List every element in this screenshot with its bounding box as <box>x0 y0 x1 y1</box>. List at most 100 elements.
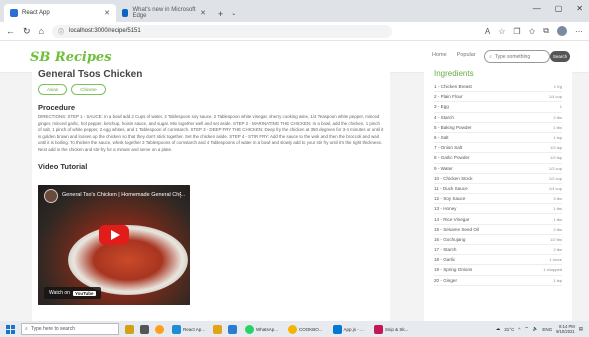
ingredient-row: 4 - Starch 2 tbs <box>434 113 562 123</box>
favorites-icon[interactable]: ✩ <box>529 27 536 36</box>
system-tray: ☁ 31°C ^ ⌔ 🔈 ENG 8:14 PM 9/10/2021 ▤ <box>496 324 583 334</box>
notifications-icon[interactable]: ▤ <box>579 326 583 332</box>
clock[interactable]: 8:14 PM 9/10/2021 <box>556 324 575 334</box>
ingredient-amount: 1 tsp <box>553 277 562 283</box>
ingredient-row: 19 - Spring Onions 1 chopped <box>434 265 562 276</box>
ingredient-amount: 2 tbs <box>553 247 562 253</box>
tray-chevron-icon[interactable]: ^ <box>518 327 520 332</box>
language-icon[interactable]: ENG <box>542 327 552 332</box>
read-aloud-icon[interactable]: A <box>485 27 490 36</box>
tab-react-app[interactable]: React App ✕ <box>4 4 116 22</box>
play-button[interactable] <box>99 225 129 245</box>
tab-list-chevron-icon[interactable]: ⌄ <box>231 10 236 17</box>
more-menu-icon[interactable]: ⋯ <box>575 27 583 36</box>
procedure-heading: Procedure <box>38 103 76 112</box>
watch-on-youtube-button[interactable]: Watch on YouTube <box>44 287 101 299</box>
ingredient-name: 14 - Rice Vinegar <box>434 216 470 222</box>
taskbar: ⌕ Type here to search React Ap... WhatsA… <box>0 321 589 337</box>
taskbar-app-cookbook[interactable]: COOKBO... <box>286 324 325 334</box>
ingredient-row: 16 - Gochujang 1/2 tbs <box>434 235 562 245</box>
new-tab-button[interactable]: + <box>218 9 223 19</box>
ingredient-row: 1 - Chicken Breast 1 Kg <box>434 82 562 93</box>
windows-start-icon[interactable] <box>6 324 15 334</box>
search-button[interactable]: Search <box>550 51 570 62</box>
video-embed[interactable]: General Tso's Chicken | Homemade General… <box>38 185 190 305</box>
taskbar-app-vscode[interactable]: App.js - ... <box>331 324 366 334</box>
ingredient-name: 7 - Onion Salt <box>434 145 463 151</box>
ingredient-row: 18 - Garlic 1 clove <box>434 255 562 266</box>
vscode-icon <box>332 324 342 334</box>
ingredient-amount: 1 chopped <box>543 267 562 273</box>
minimize-button[interactable]: — <box>533 4 541 13</box>
recipe-panel: General Tsos Chicken Asian Chinese Proce… <box>32 69 390 321</box>
ingredient-row: 7 - Onion Salt 1/2 tsp <box>434 143 562 154</box>
react-favicon-icon <box>10 9 18 17</box>
ingredient-row: 6 - Salt 1 tsp <box>434 133 562 144</box>
nav-popular-link[interactable]: Popular <box>457 52 476 58</box>
volume-icon[interactable]: 🔈 <box>533 326 539 332</box>
ingredient-amount: 1/2 cup <box>548 175 562 181</box>
recipe-title: General Tsos Chicken <box>38 69 143 80</box>
ingredient-amount: 1/4 cup <box>548 94 562 100</box>
ingredient-name: 8 - Garlic Powder <box>434 155 470 161</box>
weather-temp[interactable]: 31°C <box>504 327 514 332</box>
ingredients-panel: Ingredients 1 - Chicken Breast 1 Kg 2 - Pl… <box>424 69 572 321</box>
extensions-icon[interactable]: ⧉ <box>543 26 549 36</box>
taskbar-app-edge[interactable]: React Ap... <box>170 324 207 334</box>
close-window-button[interactable]: ✕ <box>576 4 583 13</box>
site-logo[interactable]: SB Recipes <box>30 50 112 65</box>
ingredient-name: 9 - Water <box>434 165 453 171</box>
ingredient-amount: 1/4 cup <box>548 185 562 191</box>
taskbar-app-whatsapp[interactable]: WhatsAp... <box>243 324 280 334</box>
tag-chip[interactable]: Chinese <box>71 84 106 95</box>
ingredient-amount: 3 tbs <box>553 196 562 202</box>
close-tab-icon[interactable]: ✕ <box>200 9 206 17</box>
channel-avatar[interactable] <box>44 189 58 203</box>
ingredient-name: 4 - Starch <box>434 114 454 120</box>
info-icon[interactable]: ⓘ <box>58 27 64 36</box>
firefox-icon[interactable] <box>155 324 164 334</box>
task-view-icon[interactable] <box>140 324 149 334</box>
cortana-icon[interactable] <box>125 324 134 334</box>
close-tab-icon[interactable]: ✕ <box>104 9 110 17</box>
home-icon[interactable]: ⌂ <box>39 26 44 36</box>
store-icon[interactable] <box>228 324 238 334</box>
profile-avatar[interactable] <box>557 26 567 36</box>
taskbar-app-label: App.js - ... <box>343 326 364 332</box>
ingredient-amount: 1/2 tsp <box>549 155 562 161</box>
ingredient-amount: 1 tbs <box>553 216 562 222</box>
weather-icon[interactable]: ☁ <box>496 326 501 332</box>
recipe-tags: Asian Chinese <box>38 84 384 95</box>
file-explorer-icon[interactable] <box>213 324 223 334</box>
ingredients-heading: Ingredients <box>434 69 474 78</box>
taskbar-app-snip[interactable]: Snip & Sk... <box>372 324 411 334</box>
tab-edge-whats-new[interactable]: What's new in Microsoft Edge ✕ <box>116 4 212 22</box>
address-bar[interactable]: ⓘ localhost:3000/recipe/5151 <box>51 24 392 38</box>
url-text: localhost:3000/recipe/5151 <box>69 28 141 34</box>
back-icon[interactable]: ← <box>6 26 15 36</box>
youtube-logo: YouTube <box>72 290 96 296</box>
ingredients-list: 1 - Chicken Breast 1 Kg 2 - Plain Flour 1/4… <box>434 82 562 286</box>
video-title[interactable]: General Tso's Chicken | Homemade General… <box>62 192 185 198</box>
edge-favicon-icon <box>122 9 129 17</box>
ingredient-name: 15 - Sesame Seed Oil <box>434 226 479 232</box>
search-input[interactable] <box>494 53 539 60</box>
ingredient-name: 19 - Spring Onions <box>434 267 473 273</box>
refresh-icon[interactable]: ↻ <box>23 26 31 37</box>
ingredient-row: 5 - Baking Powder 1 tbs <box>434 123 562 133</box>
taskbar-search[interactable]: ⌕ Type here to search <box>21 323 119 335</box>
search-icon: ⌕ <box>489 53 492 60</box>
maximize-button[interactable]: ▢ <box>555 4 563 13</box>
favorite-star-icon[interactable]: ☆ <box>498 27 505 36</box>
nav-home-link[interactable]: Home <box>432 52 447 58</box>
video-heading: Video Tutorial <box>38 161 88 171</box>
video-more-icon[interactable]: ⋮ <box>177 191 184 199</box>
network-icon[interactable]: ⌔ <box>524 326 528 332</box>
ingredient-name: 10 - Chicken Stock <box>434 175 473 181</box>
search-icon: ⌕ <box>25 326 28 332</box>
collections-icon[interactable]: ❐ <box>513 27 520 36</box>
tab-label: React App <box>22 10 50 16</box>
tag-chip[interactable]: Asian <box>38 84 68 95</box>
ingredient-name: 5 - Baking Powder <box>434 124 472 130</box>
ingredient-name: 1 - Chicken Breast <box>434 84 472 90</box>
